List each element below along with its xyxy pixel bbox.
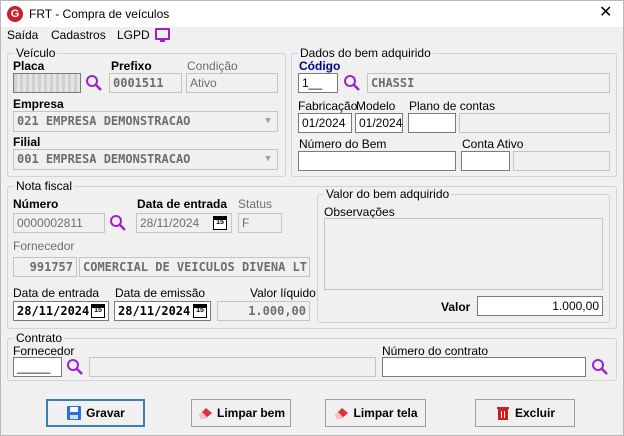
filial-value: 001 EMPRESA DEMONSTRACAO bbox=[17, 152, 191, 166]
numero-bem-label: Número do Bem bbox=[299, 137, 387, 151]
valor-liquido-field: 1.000,00 bbox=[217, 301, 310, 321]
search-icon[interactable] bbox=[109, 214, 127, 232]
limpar-bem-button[interactable]: Limpar bem bbox=[191, 399, 291, 427]
bem-legend: Dados do bem adquirido bbox=[300, 46, 431, 60]
codigo-field[interactable]: 1__ bbox=[298, 73, 338, 93]
limpar-bem-label: Limpar bem bbox=[216, 406, 285, 420]
valor-field[interactable]: 1.000,00 bbox=[477, 296, 603, 316]
plano-contas-description bbox=[459, 113, 610, 133]
plano-contas-label: Plano de contas bbox=[409, 99, 496, 113]
modelo-field[interactable]: 01/2024 bbox=[355, 113, 403, 133]
fabricacao-label: Fabricação bbox=[298, 99, 358, 113]
eraser-icon bbox=[198, 408, 212, 419]
search-icon[interactable] bbox=[66, 358, 84, 376]
empresa-select: 021 EMPRESA DEMONSTRACAO ▼ bbox=[13, 111, 278, 132]
fornecedor-contrato-field[interactable]: _____ bbox=[13, 357, 62, 377]
numero-contrato-field[interactable] bbox=[382, 357, 586, 377]
contrato-legend: Contrato bbox=[16, 331, 63, 345]
data-entrada2-label: Data de entrada bbox=[13, 286, 100, 300]
gravar-label: Gravar bbox=[86, 406, 125, 420]
valor-liquido-label: Valor líquido bbox=[250, 286, 316, 300]
app-logo-icon: G bbox=[7, 6, 23, 22]
veiculo-legend: Veículo bbox=[16, 46, 56, 60]
valor-label: Valor bbox=[441, 300, 471, 314]
conta-ativo-description bbox=[513, 151, 610, 171]
monitor-icon[interactable] bbox=[155, 28, 170, 42]
search-icon[interactable] bbox=[343, 74, 361, 92]
menu-bar: Saída Cadastros LGPD bbox=[1, 27, 623, 45]
nota-fiscal-legend: Nota fiscal bbox=[16, 179, 73, 193]
fabricacao-field[interactable]: 01/2024 bbox=[298, 113, 352, 133]
prefixo-field: 0001511 bbox=[109, 73, 182, 93]
valor-bem-legend: Valor do bem adquirido bbox=[326, 187, 450, 201]
placa-label: Placa bbox=[13, 59, 45, 73]
filial-select: 001 EMPRESA DEMONSTRACAO ▼ bbox=[13, 149, 278, 170]
gravar-button[interactable]: Gravar bbox=[46, 399, 145, 427]
limpar-tela-label: Limpar tela bbox=[353, 406, 418, 420]
fornecedor-nf-label: Fornecedor bbox=[13, 239, 75, 253]
numero-nf-field: 0000002811 bbox=[13, 213, 105, 233]
calendar-icon[interactable]: 15 bbox=[213, 216, 227, 230]
window-title: FRT - Compra de veículos bbox=[29, 7, 170, 21]
conta-ativo-label: Conta Ativo bbox=[462, 137, 524, 151]
fornecedor-name-field: COMERCIAL DE VEICULOS DIVENA LT bbox=[79, 257, 310, 277]
fornecedor-contrato-description bbox=[89, 357, 376, 377]
data-emissao-label: Data de emissão bbox=[115, 286, 206, 300]
excluir-label: Excluir bbox=[514, 406, 556, 420]
menu-saida[interactable]: Saída bbox=[7, 28, 38, 42]
save-icon bbox=[67, 406, 82, 420]
numero-contrato-label: Número do contrato bbox=[382, 344, 489, 358]
prefixo-label: Prefixo bbox=[111, 59, 152, 73]
close-icon[interactable]: ✕ bbox=[599, 4, 612, 22]
menu-cadastros[interactable]: Cadastros bbox=[51, 28, 106, 42]
chevron-down-icon: ▼ bbox=[265, 154, 271, 164]
observacoes-field bbox=[324, 218, 603, 290]
filial-label: Filial bbox=[13, 135, 41, 149]
placa-field[interactable] bbox=[13, 73, 81, 93]
calendar-icon[interactable]: 15 bbox=[193, 304, 207, 318]
chevron-down-icon: ▼ bbox=[265, 116, 271, 126]
title-bar: G FRT - Compra de veículos ✕ bbox=[1, 1, 623, 27]
codigo-description: CHASSI bbox=[367, 73, 610, 93]
data-entrada-label: Data de entrada bbox=[137, 197, 228, 211]
observacoes-label: Observações bbox=[324, 205, 395, 219]
limpar-tela-button[interactable]: Limpar tela bbox=[325, 399, 426, 427]
window: G FRT - Compra de veículos ✕ Saída Cadas… bbox=[0, 0, 624, 436]
trash-icon bbox=[496, 407, 509, 420]
modelo-label: Modelo bbox=[356, 99, 396, 113]
menu-lgpd[interactable]: LGPD bbox=[117, 28, 150, 42]
plano-contas-field[interactable] bbox=[408, 113, 456, 133]
conta-ativo-field[interactable] bbox=[461, 151, 510, 171]
fornecedor-contrato-label: Fornecedor bbox=[13, 344, 75, 358]
status-label: Status bbox=[238, 197, 273, 211]
condicao-field: Ativo bbox=[186, 73, 278, 93]
status-field: F bbox=[238, 213, 282, 233]
condicao-label: Condição bbox=[187, 59, 238, 73]
calendar-icon[interactable]: 15 bbox=[91, 304, 105, 318]
empresa-label: Empresa bbox=[13, 97, 64, 111]
numero-nf-label: Número bbox=[13, 197, 59, 211]
eraser-icon bbox=[335, 408, 349, 419]
search-icon[interactable] bbox=[591, 358, 609, 376]
search-icon[interactable] bbox=[85, 74, 103, 92]
numero-bem-field[interactable] bbox=[298, 151, 456, 171]
codigo-label: Código bbox=[299, 59, 341, 73]
fornecedor-code-field: 991757 bbox=[13, 257, 77, 277]
empresa-value: 021 EMPRESA DEMONSTRACAO bbox=[17, 114, 191, 128]
excluir-button[interactable]: Excluir bbox=[475, 399, 575, 427]
